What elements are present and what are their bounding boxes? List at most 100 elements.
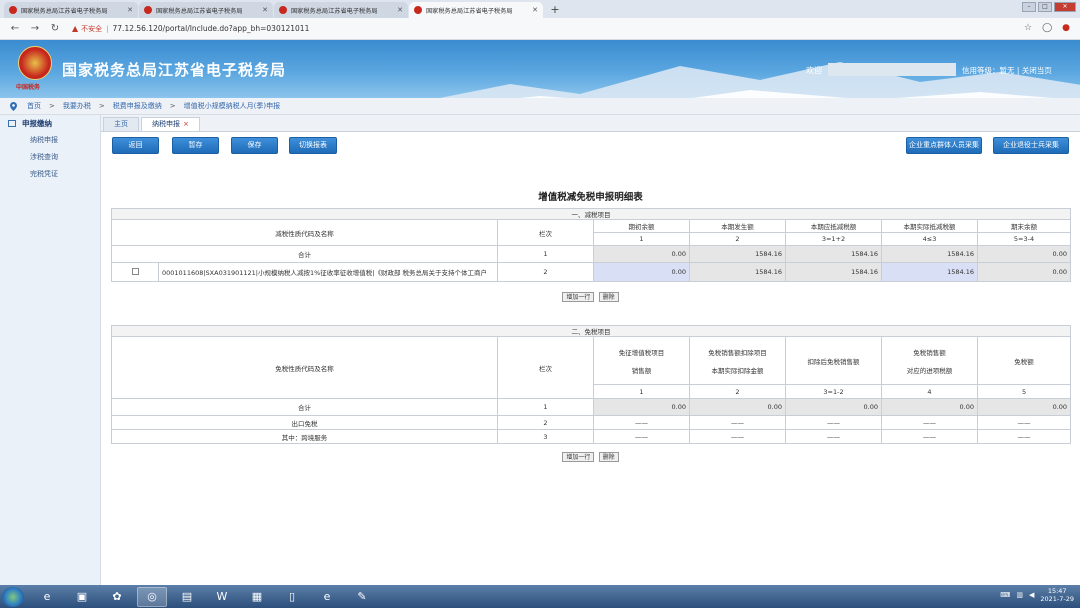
add-row-button[interactable]: 增加一行 — [562, 452, 595, 462]
image-viewer-icon[interactable]: ▦ — [242, 587, 272, 607]
emblem-subtitle: 中国税务 — [16, 84, 41, 91]
back-button[interactable]: 返回 — [112, 137, 159, 154]
save-button[interactable]: 保存 — [231, 137, 278, 154]
breadcrumb-tax-service[interactable]: 我要办税 — [63, 101, 91, 111]
location-pin-icon — [10, 101, 17, 111]
opening-balance-input[interactable]: 0.00 — [593, 262, 690, 282]
header-line: 免税销售额扣除项目 — [708, 348, 767, 357]
system-tray: ⌨ ▥ ◀ 15:47 2021-7-29 — [1000, 587, 1074, 603]
tab-tax-filing[interactable]: 纳税申报 × — [141, 117, 200, 131]
formula-cell: 3=1-2 — [785, 384, 882, 399]
value-cell: 0.00 — [977, 245, 1071, 263]
formula-cell: 5=3-4 — [977, 232, 1071, 246]
row-checkbox-cell — [111, 262, 159, 282]
url-field[interactable]: 77.12.56.120/portal/Include.do?app_bh=03… — [113, 24, 310, 33]
tab-home[interactable]: 主页 — [103, 117, 139, 131]
close-page-link[interactable]: 关闭当页 — [1022, 66, 1052, 75]
insecure-label[interactable]: 不安全 — [81, 24, 102, 34]
row-label: 其中：跨境服务 — [111, 429, 498, 444]
exemption-table: 二、免税项目 免税性质代码及名称 栏次 免征增值税项目 销售额 免税销售额扣除项目… — [110, 325, 1072, 444]
value-cell: 0.00 — [977, 262, 1071, 282]
forward-arrow-icon[interactable]: → — [28, 23, 42, 34]
maximize-icon[interactable]: □ — [1038, 2, 1052, 12]
mountain-background — [440, 62, 1080, 98]
formula-cell: 2 — [689, 232, 786, 246]
tax-emblem-logo — [18, 46, 52, 80]
sidebar-header[interactable]: 申报缴纳 — [0, 115, 100, 132]
browser-tab-1[interactable]: 国家税务总局江苏省电子税务局 ✕ — [4, 2, 138, 18]
window-close-icon[interactable]: ✕ — [1054, 2, 1076, 12]
warning-icon: ▲ — [72, 24, 79, 33]
row-number: 1 — [497, 245, 594, 263]
tab-label: 纳税申报 — [152, 120, 180, 128]
value-cell: —— — [976, 429, 1072, 444]
sidebar-item-tax-filing[interactable]: 纳税申报 — [0, 132, 100, 149]
actual-deduction-input[interactable]: 1584.16 — [881, 262, 978, 282]
page-tabs: 主页 纳税申报 × — [101, 115, 1080, 132]
delete-row-button[interactable]: 删除 — [598, 292, 619, 302]
row-number: 2 — [497, 415, 594, 430]
veteran-collection-button[interactable]: 企业退役士兵采集 — [993, 137, 1069, 154]
tool-icon[interactable]: ▤ — [172, 587, 202, 607]
new-tab-button[interactable]: + — [548, 3, 562, 17]
explorer-icon[interactable]: ▣ — [67, 587, 97, 607]
value-cell: 1584.16 — [689, 245, 786, 263]
pinwheel-icon[interactable]: ✿ — [102, 587, 132, 607]
clock-time: 15:47 — [1047, 587, 1067, 595]
row-checkbox[interactable] — [131, 267, 139, 275]
key-group-collection-button[interactable]: 企业重点群体人员采集 — [906, 137, 982, 154]
paint-icon[interactable]: ✎ — [347, 587, 377, 607]
star-icon[interactable]: ☆ — [1024, 23, 1032, 33]
value-cell: —— — [593, 429, 690, 444]
chrome-icon[interactable]: ◎ — [137, 586, 167, 607]
reduction-code-select[interactable]: 0001011608|SXA031901121|小规模纳税人减按1%征收率征收增… — [158, 262, 498, 282]
back-arrow-icon[interactable]: ← — [8, 23, 22, 34]
close-icon[interactable]: × — [183, 120, 189, 128]
row-label: 合计 — [111, 398, 498, 416]
document-icon[interactable]: ▯ — [277, 587, 307, 607]
reduction-table: 一、减税项目 减税性质代码及名称 栏次 期初余额 本期发生额 本期应抵减税额 本… — [111, 208, 1071, 282]
delete-row-button[interactable]: 删除 — [598, 452, 619, 462]
formula-cell: 1 — [593, 384, 690, 399]
value-cell: 1584.16 — [785, 245, 882, 263]
reload-icon[interactable]: ↻ — [48, 23, 62, 34]
word-icon[interactable]: W — [207, 587, 237, 607]
header-line: 免征增值税项目 — [618, 348, 665, 357]
keyboard-icon[interactable]: ⌨ — [1000, 591, 1010, 599]
breadcrumb-current[interactable]: 增值税小规模纳税人月(季)申报 — [184, 101, 280, 111]
browser-tab-label: 国家税务总局江苏省电子税务局 — [156, 7, 243, 15]
breadcrumb-home[interactable]: 首页 — [27, 101, 41, 111]
ie-window-icon[interactable]: e — [312, 587, 342, 607]
temp-save-button[interactable]: 暂存 — [172, 137, 219, 154]
add-row-button[interactable]: 增加一行 — [562, 292, 595, 302]
switch-report-button[interactable]: 切换报表 — [289, 137, 337, 154]
close-icon[interactable]: ✕ — [262, 6, 268, 14]
header-line: 免税销售额 — [913, 348, 946, 357]
value-cell: 1584.16 — [785, 262, 882, 282]
close-icon[interactable]: ✕ — [127, 6, 133, 14]
welcome-text: 欢迎 — [806, 66, 822, 75]
account-icon[interactable]: ◯ — [1042, 23, 1052, 33]
column-header: 免税额 — [976, 336, 1072, 385]
opera-icon[interactable]: ● — [1062, 23, 1070, 33]
start-button[interactable] — [2, 586, 24, 607]
table-row: 合计 1 0.00 0.00 0.00 0.00 0.00 — [111, 398, 1072, 416]
minimize-icon[interactable]: – — [1022, 2, 1036, 12]
ie-icon[interactable]: e — [32, 587, 62, 607]
table-row: 出口免税 2 —— —— —— —— —— — [111, 415, 1072, 430]
volume-icon[interactable]: ◀ — [1029, 591, 1034, 599]
header-line: 免税额 — [1014, 357, 1034, 366]
browser-tab-2[interactable]: 国家税务总局江苏省电子税务局 ✕ — [139, 2, 273, 18]
clock[interactable]: 15:47 2021-7-29 — [1040, 587, 1074, 603]
browser-tab-3[interactable]: 国家税务总局江苏省电子税务局 ✕ — [274, 2, 408, 18]
close-icon[interactable]: ✕ — [397, 6, 403, 14]
network-icon[interactable]: ▥ — [1016, 591, 1023, 599]
table-row: 0001011608|SXA031901121|小规模纳税人减按1%征收率征收增… — [111, 262, 1071, 282]
browser-tab-4[interactable]: 国家税务总局江苏省电子税务局 ✕ — [409, 2, 543, 18]
breadcrumb-declare-pay[interactable]: 税费申报及缴纳 — [113, 101, 162, 111]
exemption-row-actions: 增加一行 删除 — [101, 452, 1080, 462]
value-cell: 0.00 — [593, 398, 690, 416]
close-icon[interactable]: ✕ — [532, 6, 538, 14]
sidebar-item-tax-query[interactable]: 涉税查询 — [0, 149, 100, 166]
sidebar-item-tax-certificate[interactable]: 完税凭证 — [0, 166, 100, 183]
